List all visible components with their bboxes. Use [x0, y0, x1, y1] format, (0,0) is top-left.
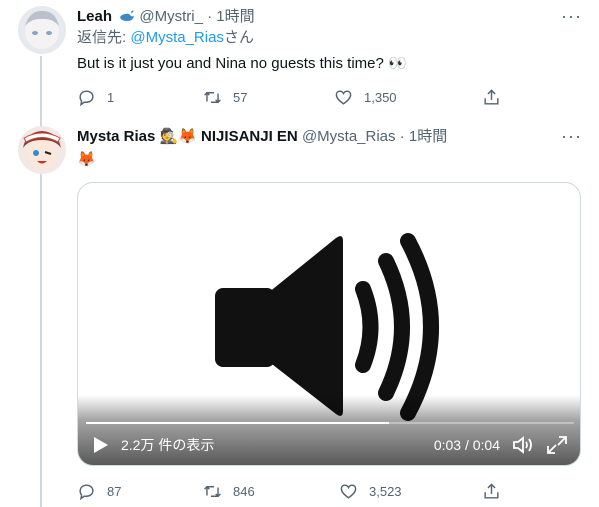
retweet-count: 57	[233, 89, 248, 105]
share-icon	[484, 482, 499, 499]
reply-count: 87	[107, 483, 122, 499]
retweet-icon	[204, 485, 221, 497]
reply-icon	[79, 89, 94, 106]
heart-icon	[340, 483, 357, 499]
share-icon	[484, 88, 499, 105]
display-name[interactable]: Mysta Rias 🕵️🦊 NIJISANJI EN	[77, 128, 298, 145]
like-count: 3,523	[369, 483, 402, 499]
share-button[interactable]	[482, 85, 501, 109]
retweet-button[interactable]: 846	[203, 479, 255, 503]
retweet-count: 846	[233, 483, 255, 499]
tweet-leah[interactable]: Leah @Mystri_ · 1時間 ··· 返信先: @Mysta_Rias…	[0, 0, 599, 112]
avatar[interactable]	[18, 126, 66, 174]
more-icon[interactable]: ···	[561, 127, 581, 151]
reply-button[interactable]: 1	[77, 85, 114, 109]
tweet-actions: 1 57 1,350	[77, 85, 507, 109]
video-controls: 2.2万 件の表示 0:03 / 0:04	[78, 395, 580, 465]
tweet-text: But is it just you and Nina no guests th…	[77, 55, 407, 72]
video-time: 0:03 / 0:04	[433, 437, 500, 453]
reply-icon	[79, 483, 94, 500]
video-progress-bar[interactable]	[86, 422, 574, 424]
reply-context: 返信先: @Mysta_Riasさん	[77, 29, 254, 46]
video-player[interactable]: 2.2万 件の表示 0:03 / 0:04	[77, 182, 581, 466]
tweet-text: 🦊	[77, 151, 96, 168]
fullscreen-icon[interactable]	[546, 435, 568, 455]
reply-mention-link[interactable]: @Mysta_Rias	[130, 29, 224, 46]
handle-and-time[interactable]: @Mystri_ · 1時間	[139, 8, 254, 25]
like-count: 1,350	[364, 89, 397, 105]
video-progress-fill	[86, 422, 389, 424]
view-count: 2.2万 件の表示	[121, 437, 215, 453]
whale-icon	[120, 10, 135, 21]
handle-and-time[interactable]: @Mysta_Rias · 1時間	[302, 128, 447, 145]
tweet-actions: 87 846 3,523	[77, 479, 507, 503]
like-button[interactable]: 3,523	[339, 479, 402, 503]
play-icon[interactable]	[92, 435, 110, 455]
retweet-button[interactable]: 57	[203, 85, 247, 109]
heart-icon	[335, 89, 352, 105]
avatar[interactable]	[18, 6, 66, 54]
display-name[interactable]: Leah	[77, 8, 112, 25]
retweet-icon	[204, 91, 221, 103]
share-button[interactable]	[482, 479, 501, 503]
reply-button[interactable]: 87	[77, 479, 121, 503]
like-button[interactable]: 1,350	[334, 85, 397, 109]
reply-count: 1	[107, 89, 115, 105]
volume-icon[interactable]	[512, 435, 534, 455]
more-icon[interactable]: ···	[561, 7, 581, 31]
